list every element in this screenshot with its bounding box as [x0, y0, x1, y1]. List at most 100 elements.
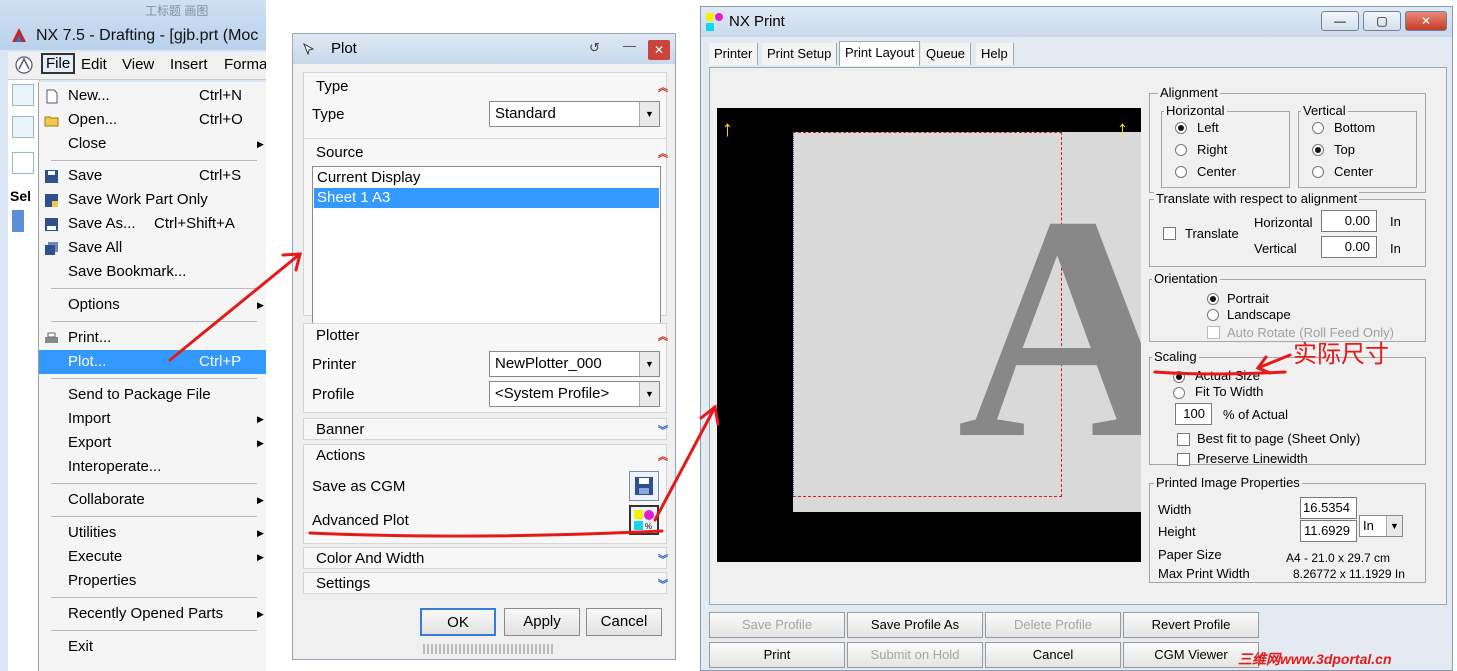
resize-grip[interactable]	[423, 644, 553, 654]
vertical-legend: Vertical	[1301, 103, 1348, 118]
chevron-down-icon[interactable]: ▼	[639, 102, 659, 126]
minimize-icon[interactable]: —	[1321, 11, 1359, 31]
menu-file[interactable]: File	[41, 53, 76, 74]
list-item[interactable]: Sheet 1 A3	[314, 188, 659, 208]
submit-on-hold-button[interactable]: Submit on Hold	[847, 642, 983, 668]
minimize-icon[interactable]: —	[623, 38, 636, 53]
cancel-button[interactable]: Cancel	[985, 642, 1121, 668]
collapse-chevron-icon[interactable]: ︽	[658, 79, 668, 94]
menu-item-new[interactable]: New... Ctrl+N	[39, 84, 266, 108]
chevron-down-icon[interactable]: ▼	[639, 352, 659, 376]
menu-item-send-to-package-file[interactable]: Send to Package File	[39, 383, 266, 407]
tab-print-setup[interactable]: Print Setup	[762, 43, 838, 65]
menu-item-recently-opened-parts[interactable]: Recently Opened Parts ▶	[39, 602, 266, 626]
print-button[interactable]: Print	[709, 642, 845, 668]
reset-icon[interactable]: ↺	[589, 40, 600, 56]
tab-printer[interactable]: Printer	[709, 43, 759, 65]
menu-item-print[interactable]: Print...	[39, 326, 266, 350]
banner-group[interactable]: Banner ︾	[303, 418, 668, 440]
list-item[interactable]: Current Display	[314, 168, 659, 188]
revert-profile-button[interactable]: Revert Profile	[1123, 612, 1259, 638]
height-input[interactable]: 11.6929	[1300, 520, 1357, 542]
type-combo[interactable]: Standard ▼	[489, 101, 660, 127]
menu-item-import[interactable]: Import ▶	[39, 407, 266, 431]
menu-item-save-all[interactable]: Save All	[39, 236, 266, 260]
tab-help[interactable]: Help	[976, 43, 1014, 65]
tab-print-layout[interactable]: Print Layout	[839, 41, 921, 66]
scroll-left-icon[interactable]	[12, 210, 24, 232]
delete-profile-button[interactable]: Delete Profile	[985, 612, 1121, 638]
printer-combo[interactable]: NewPlotter_000 ▼	[489, 351, 660, 377]
radio-landscape[interactable]	[1207, 309, 1219, 321]
preserve-linewidth-checkbox[interactable]	[1177, 453, 1190, 466]
settings-group[interactable]: Settings ︾	[303, 572, 668, 594]
menu-item-export[interactable]: Export ▶	[39, 431, 266, 455]
menu-item-collaborate[interactable]: Collaborate ▶	[39, 488, 266, 512]
collapse-chevron-icon[interactable]: ︽	[658, 145, 668, 160]
save-profile-as-button[interactable]: Save Profile As	[847, 612, 983, 638]
plotter-group-header: Plotter	[316, 327, 360, 344]
radio-center[interactable]	[1175, 166, 1187, 178]
apply-button[interactable]: Apply	[504, 608, 580, 636]
menu-item-save-work-part-only[interactable]: Save Work Part Only	[39, 188, 266, 212]
vertical-offset-input[interactable]: 0.00	[1321, 236, 1377, 258]
ok-button[interactable]: OK	[420, 608, 496, 636]
radio-fit-to-width[interactable]	[1173, 387, 1185, 399]
chevron-down-icon[interactable]: ▼	[1386, 516, 1402, 536]
radio-left[interactable]	[1175, 122, 1187, 134]
menu-item-shortcut: Ctrl+S	[199, 167, 242, 184]
radio-bottom[interactable]	[1312, 122, 1324, 134]
horizontal-offset-input[interactable]: 0.00	[1321, 210, 1377, 232]
menu-item-open[interactable]: Open... Ctrl+O	[39, 108, 266, 132]
best-fit-checkbox[interactable]	[1177, 433, 1190, 446]
profile-combo[interactable]: <System Profile> ▼	[489, 381, 660, 407]
expand-chevron-icon[interactable]: ︾	[658, 576, 668, 591]
menu-item-close[interactable]: Close ▶	[39, 132, 266, 156]
expand-chevron-icon[interactable]: ︾	[658, 422, 668, 437]
menu-item-save-bookmark[interactable]: Save Bookmark...	[39, 260, 266, 284]
source-list[interactable]: Current Display Sheet 1 A3	[312, 166, 661, 342]
menu-view[interactable]: View	[122, 56, 154, 73]
new-file-icon	[46, 89, 58, 104]
expand-chevron-icon[interactable]: ︾	[658, 551, 668, 566]
collapse-chevron-icon[interactable]: ︽	[658, 448, 668, 463]
save-profile-button[interactable]: Save Profile	[709, 612, 845, 638]
menu-edit[interactable]: Edit	[81, 56, 107, 73]
translate-checkbox[interactable]	[1163, 227, 1176, 240]
chevron-down-icon[interactable]: ▼	[639, 382, 659, 406]
close-icon[interactable]: ✕	[1405, 11, 1447, 31]
radio-right[interactable]	[1175, 144, 1187, 156]
menu-insert[interactable]: Insert	[170, 56, 208, 73]
radio-top[interactable]	[1312, 144, 1324, 156]
menu-item-execute[interactable]: Execute ▶	[39, 545, 266, 569]
collapse-chevron-icon[interactable]: ︽	[658, 328, 668, 343]
menu-item-exit[interactable]: Exit	[39, 635, 266, 659]
radio-portrait[interactable]	[1207, 293, 1219, 305]
maximize-icon[interactable]: ▢	[1363, 11, 1401, 31]
nx-menubar-app-icon	[15, 56, 33, 74]
nx-toolbar-field[interactable]	[12, 152, 34, 174]
menu-item-utilities[interactable]: Utilities ▶	[39, 521, 266, 545]
menu-item-plot[interactable]: Plot... Ctrl+P	[39, 350, 266, 374]
width-input[interactable]: 16.5354	[1300, 497, 1357, 519]
tab-queue[interactable]: Queue	[921, 43, 972, 65]
advanced-plot-button[interactable]: %	[629, 505, 659, 535]
auto-rotate-checkbox[interactable]	[1207, 326, 1220, 339]
radio-center[interactable]	[1312, 166, 1324, 178]
color-and-width-group[interactable]: Color And Width ︾	[303, 547, 668, 569]
menu-item-save[interactable]: Save Ctrl+S	[39, 164, 266, 188]
menu-item-save-as[interactable]: Save As... Ctrl+Shift+A	[39, 212, 266, 236]
menu-item-interoperate[interactable]: Interoperate...	[39, 455, 266, 479]
unit-combo[interactable]: In ▼	[1359, 515, 1403, 537]
menu-format[interactable]: Forma	[224, 56, 266, 73]
nx-toolbar-button[interactable]	[12, 84, 34, 106]
print-preview: A ↑ ↑	[717, 108, 1141, 562]
save-as-cgm-button[interactable]	[629, 471, 659, 501]
scale-percent-input[interactable]: 100	[1175, 403, 1212, 425]
menu-item-properties[interactable]: Properties	[39, 569, 266, 593]
nx-toolbar-button[interactable]	[12, 116, 34, 138]
radio-actual-size[interactable]	[1173, 371, 1185, 383]
close-icon[interactable]: ✕	[648, 40, 670, 60]
menu-item-options[interactable]: Options ▶	[39, 293, 266, 317]
cancel-button[interactable]: Cancel	[586, 608, 662, 636]
